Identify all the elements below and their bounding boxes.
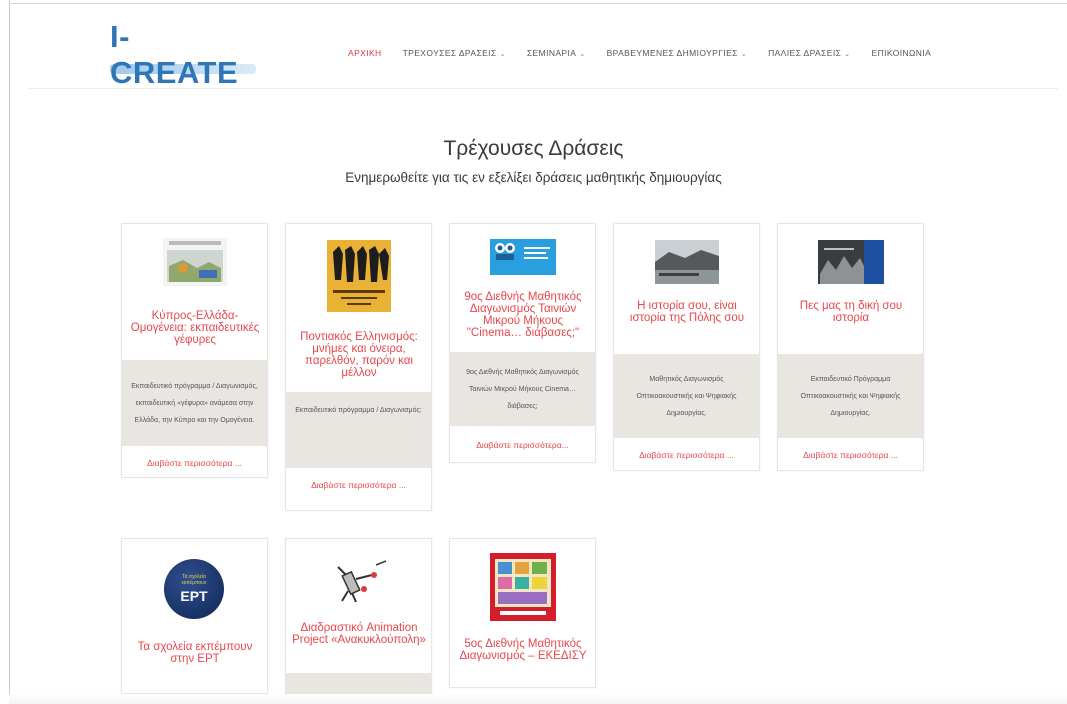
card-title[interactable]: Κύπρος-Ελλάδα-Ομογένεια: εκπαιδευτικές γ…: [128, 310, 262, 346]
card-title[interactable]: Πες μας τη δική σου ιστορία: [784, 300, 918, 324]
nav-label: ΤΡΕΧΟΥΣΕΣ ΔΡΑΣΕΙΣ: [402, 48, 497, 58]
card-title[interactable]: Ποντιακός Ελληνισμός: μνήμες και όνειρα,…: [292, 331, 426, 379]
card-thumbnail-animation[interactable]: [328, 555, 392, 605]
read-more-link[interactable]: Διαβάστε περισσότερα ...: [122, 458, 267, 468]
nav-label: ΣΕΜΙΝΑΡΙΑ: [526, 48, 577, 58]
card-cinema-contest[interactable]: 9ος Διεθνής Μαθητικός Διαγωνισμός Ταινιώ…: [449, 223, 596, 463]
card-description: 9ος Διεθνής Μαθητικός Διαγωνισμός Ταινιώ…: [450, 352, 595, 426]
card-animation-project[interactable]: Διαδραστικό Animation Project «Ανακυκλού…: [285, 538, 432, 695]
card-title[interactable]: 5ος Διεθνής Μαθητικός Διαγωνισμός – ΕΚΕΔ…: [456, 638, 590, 662]
chevron-down-icon: ⌄: [579, 51, 586, 58]
page-bottom-fade: [9, 694, 1067, 704]
main-nav: ΑΡΧΙΚΗ ΤΡΕΧΟΥΣΕΣ ΔΡΑΣΕΙΣ ⌄ ΣΕΜΙΝΑΡΙΑ ⌄ ΒΡΑ…: [348, 48, 952, 58]
page-subtitle: Ενημερωθείτε για τις εν εξελίξει δράσεις…: [345, 170, 722, 185]
chevron-down-icon: ⌄: [740, 51, 748, 58]
nav-item-contact[interactable]: ΕΠΙΚΟΙΝΩΝΙΑ: [872, 48, 932, 58]
logo-text: I-CREATE: [110, 19, 239, 90]
card-cyprus-greece[interactable]: Κύπρος-Ελλάδα-Ομογένεια: εκπαιδευτικές γ…: [121, 223, 268, 478]
card-thumbnail-cinema[interactable]: [490, 239, 556, 275]
ert-logo-caption: Τα σχολεία εκπέμπουν: [181, 574, 207, 586]
nav-item-past-actions[interactable]: ΠΑΛΙΕΣ ΔΡΑΣΕΙΣ ⌄: [768, 48, 850, 58]
nav-label: ΕΠΙΚΟΙΝΩΝΙΑ: [871, 48, 932, 58]
window-frame-top: [9, 3, 1067, 4]
nav-item-seminars[interactable]: ΣΕΜΙΝΑΡΙΑ ⌄: [527, 48, 586, 58]
card-description: Εκπαιδευτικό πρόγραμμα / Διαγωνισμός:: [286, 392, 431, 468]
nav-item-home[interactable]: ΑΡΧΙΚΗ: [348, 48, 382, 58]
chevron-down-icon: ⌄: [844, 51, 851, 58]
card-thumbnail-story[interactable]: [818, 240, 884, 284]
card-schools-ert[interactable]: Τα σχολεία εκπέμπουν ΕΡΤ Τα σχολεία εκπέ…: [121, 538, 268, 694]
card-pontic-hellenism[interactable]: Ποντιακός Ελληνισμός: μνήμες και όνειρα,…: [285, 223, 432, 511]
card-city-history[interactable]: Η ιστορία σου, είναι ιστορία της Πόλης σ…: [613, 223, 760, 471]
card-description: Μαθητικός Διαγωνισμός Οπτικοακουστικής κ…: [614, 354, 759, 438]
nav-label: ΠΑΛΙΕΣ ΔΡΑΣΕΙΣ: [768, 48, 842, 58]
card-thumbnail-city[interactable]: [655, 240, 719, 284]
read-more-link[interactable]: Διαβάστε περισσότερα ...: [614, 450, 759, 460]
card-description: Εκπαιδευτικό Πρόγραμμα Οπτικοακουστικής …: [778, 354, 923, 438]
nav-label: ΒΡΑΒΕΥΜΕΝΕΣ ΔΗΜΙΟΥΡΓΙΕΣ: [606, 48, 738, 58]
card-ekedisy-contest[interactable]: 5ος Διεθνής Μαθητικός Διαγωνισμός – ΕΚΕΔ…: [449, 538, 596, 688]
card-title[interactable]: Διαδραστικό Animation Project «Ανακυκλού…: [292, 622, 426, 646]
ert-logo[interactable]: Τα σχολεία εκπέμπουν ΕΡΤ: [164, 559, 224, 619]
read-more-link[interactable]: Διαβάστε περισσότερα ...: [778, 450, 923, 460]
card-description: [286, 673, 431, 695]
page-title: Τρέχουσες Δράσεις: [443, 137, 624, 160]
ert-logo-text: ΕΡΤ: [180, 588, 208, 604]
nav-item-awarded[interactable]: ΒΡΑΒΕΥΜΕΝΕΣ ΔΗΜΙΟΥΡΓΙΕΣ ⌄: [607, 48, 747, 58]
card-tell-your-story[interactable]: Πες μας τη δική σου ιστορία Εκπαιδευτικό…: [777, 223, 924, 471]
card-title[interactable]: Τα σχολεία εκπέμπουν στην ΕΡΤ: [128, 641, 262, 665]
site-header: I-CREATE ΑΡΧΙΚΗ ΤΡΕΧΟΥΣΕΣ ΔΡΑΣΕΙΣ ⌄ ΣΕΜΙΝ…: [28, 19, 1058, 90]
card-title[interactable]: 9ος Διεθνής Μαθητικός Διαγωνισμός Ταινιώ…: [456, 291, 590, 339]
chevron-down-icon: ⌄: [499, 51, 506, 58]
card-thumbnail-ekedisy[interactable]: [490, 553, 556, 621]
nav-item-current-actions[interactable]: ΤΡΕΧΟΥΣΕΣ ΔΡΑΣΕΙΣ ⌄: [403, 48, 506, 58]
card-title[interactable]: Η ιστορία σου, είναι ιστορία της Πόλης σ…: [620, 300, 754, 324]
read-more-link[interactable]: Διαβάστε περισσότερα...: [450, 440, 595, 450]
card-thumbnail-cyprus[interactable]: [163, 238, 227, 286]
nav-label: ΑΡΧΙΚΗ: [348, 48, 382, 58]
window-frame-left: [9, 0, 10, 704]
card-description: Εκπαιδευτικό πρόγραμμα / Διαγωνισμός, εκ…: [122, 360, 267, 446]
card-thumbnail-pontic[interactable]: [327, 240, 391, 312]
read-more-link[interactable]: Διαβάστε περισσότερα ...: [286, 480, 431, 490]
site-logo[interactable]: I-CREATE: [110, 19, 256, 90]
